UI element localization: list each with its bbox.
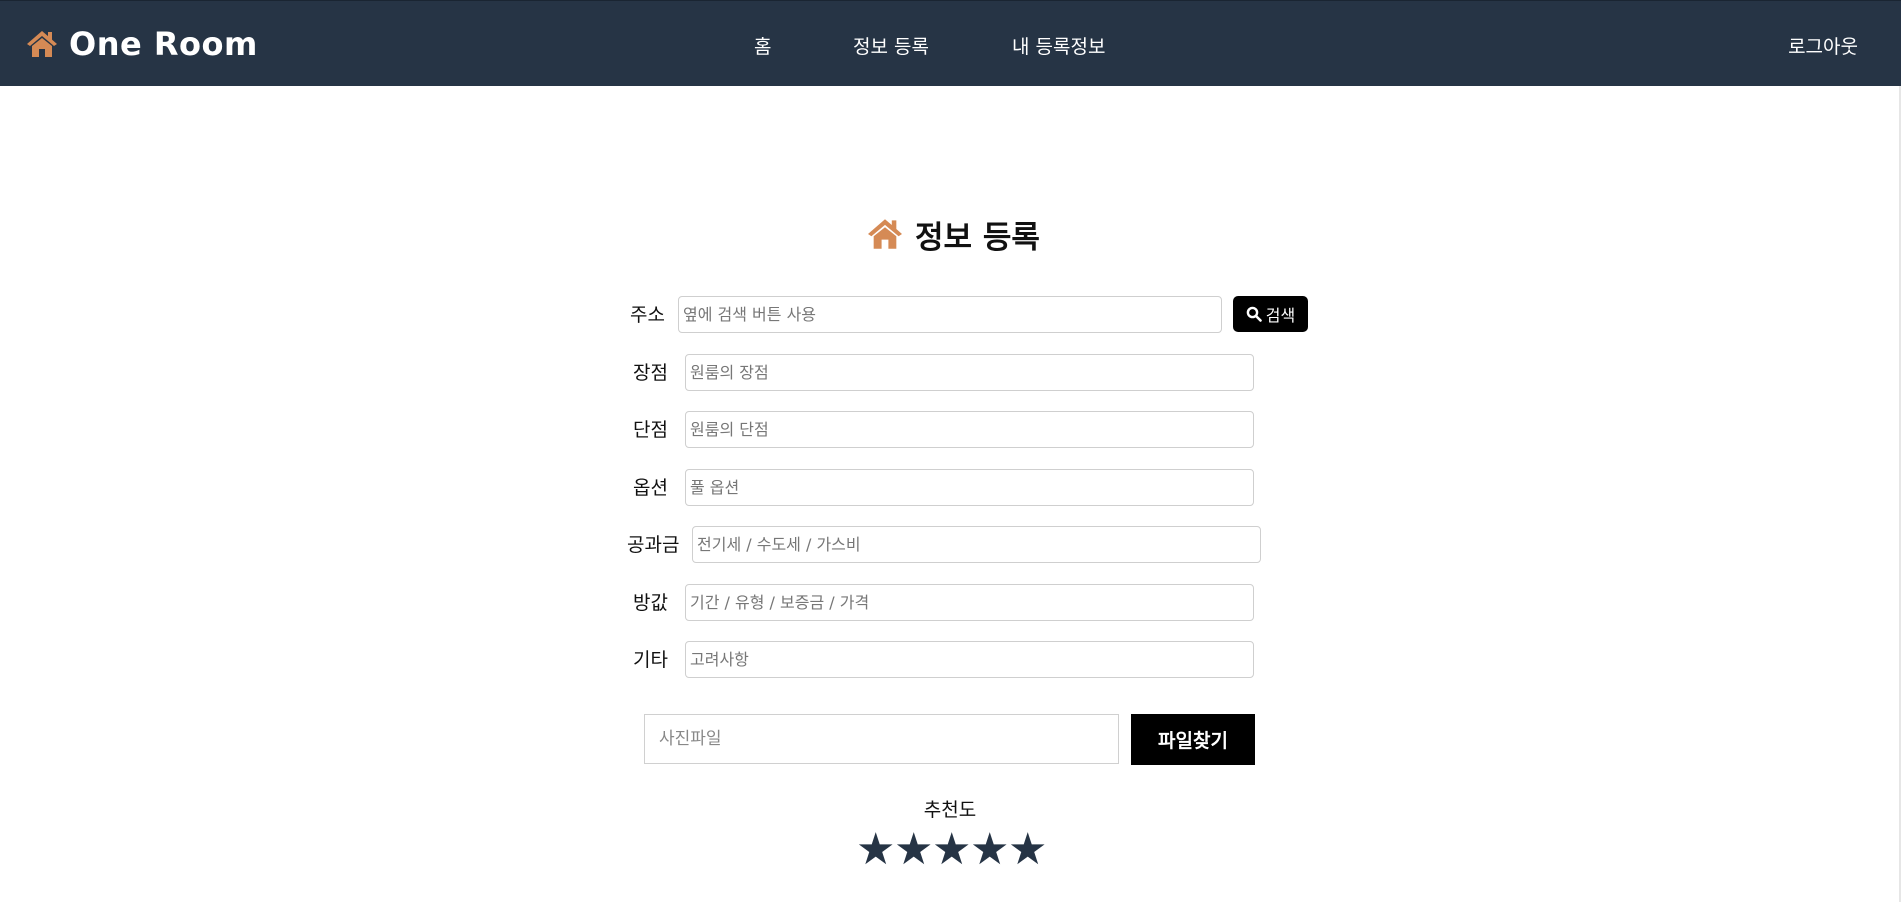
rent-label: 방값 <box>633 592 668 614</box>
page-title-text: 정보 등록 <box>915 219 1040 256</box>
search-icon <box>1246 306 1262 322</box>
home-icon <box>868 219 902 249</box>
nav-home[interactable]: 홈 <box>754 32 771 59</box>
browse-file-button[interactable]: 파일찾기 <box>1131 714 1255 765</box>
nav-register[interactable]: 정보 등록 <box>853 32 929 59</box>
top-navbar: One Room 홈 정보 등록 내 등록정보 로그아웃 <box>0 0 1901 86</box>
star-rating: ★ ★ ★ ★ ★ <box>856 825 1047 875</box>
search-button-label: 검색 <box>1265 308 1296 325</box>
etc-label: 기타 <box>633 649 668 671</box>
search-button[interactable]: 검색 <box>1233 296 1308 332</box>
options-input[interactable] <box>685 469 1254 506</box>
rating-label: 추천도 <box>923 799 977 821</box>
pros-input[interactable] <box>685 354 1254 391</box>
nav-my-listings[interactable]: 내 등록정보 <box>1012 32 1105 59</box>
etc-input[interactable] <box>685 641 1254 678</box>
star-2[interactable]: ★ <box>894 825 933 875</box>
rent-input[interactable] <box>685 584 1254 621</box>
address-input[interactable] <box>678 296 1222 333</box>
options-label: 옵션 <box>633 477 668 499</box>
page-title: 정보 등록 <box>865 214 1040 256</box>
logout-link[interactable]: 로그아웃 <box>1788 32 1858 59</box>
brand-logo[interactable]: One Room <box>25 25 258 63</box>
brand-name: One Room <box>69 25 258 63</box>
utilities-label: 공과금 <box>627 534 680 556</box>
cons-label: 단점 <box>633 419 668 441</box>
cons-input[interactable] <box>685 411 1254 448</box>
star-3[interactable]: ★ <box>932 825 971 875</box>
photo-file-input[interactable] <box>644 714 1119 764</box>
star-4[interactable]: ★ <box>970 825 1009 875</box>
star-5[interactable]: ★ <box>1008 825 1047 875</box>
home-icon <box>27 31 57 57</box>
address-label: 주소 <box>630 304 665 326</box>
pros-label: 장점 <box>633 362 668 384</box>
utilities-input[interactable] <box>692 526 1261 563</box>
star-1[interactable]: ★ <box>856 825 895 875</box>
